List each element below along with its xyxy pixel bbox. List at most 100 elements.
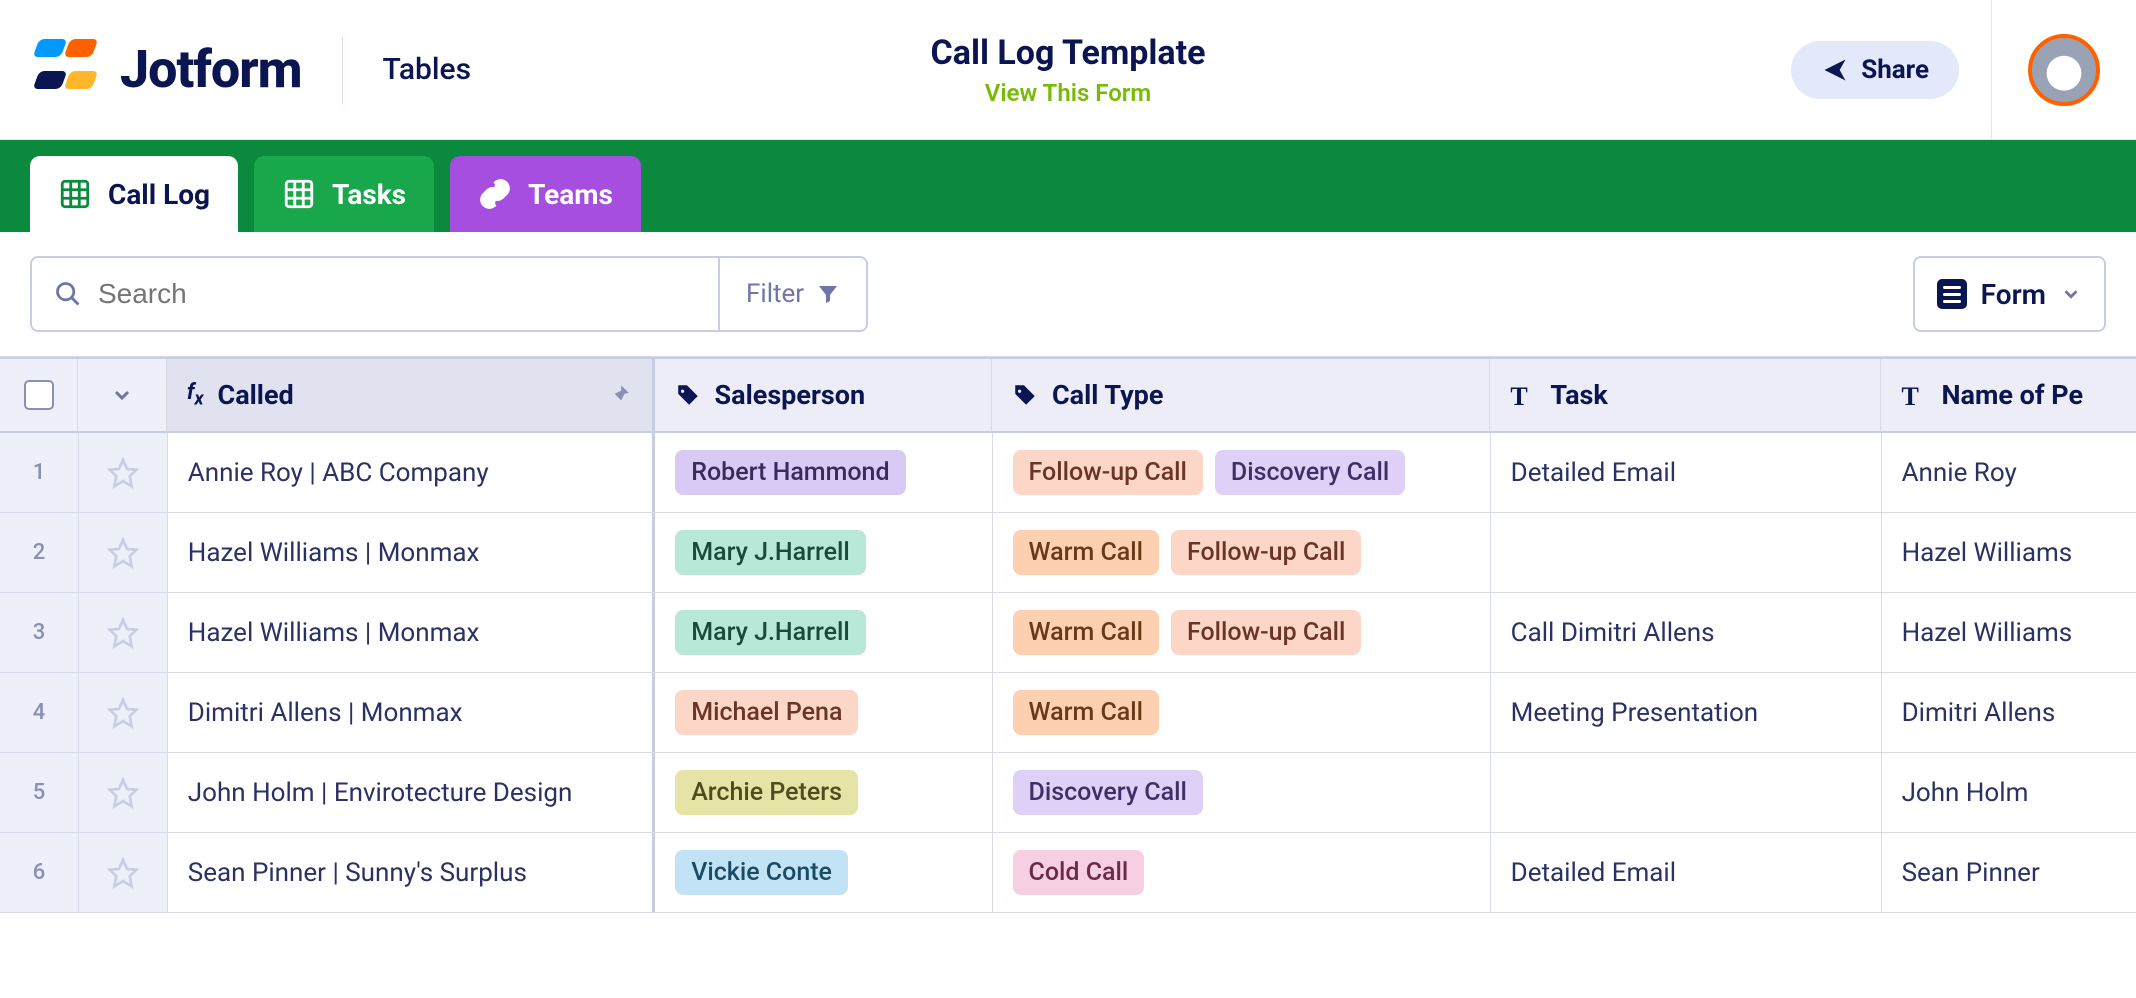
row-star[interactable] [79, 513, 168, 592]
pin-icon[interactable] [606, 382, 632, 408]
view-form-link[interactable]: View This Form [931, 79, 1206, 107]
star-icon[interactable] [107, 777, 139, 809]
row-number[interactable]: 6 [0, 833, 79, 912]
call-type-chip[interactable]: Discovery Call [1215, 450, 1405, 495]
salesperson-chip[interactable]: Archie Peters [675, 770, 858, 815]
call-type-chip[interactable]: Follow-up Call [1171, 530, 1361, 575]
row-number[interactable]: 4 [0, 673, 79, 752]
row-star[interactable] [79, 753, 168, 832]
cell-called[interactable]: Hazel Williams | Monmax [168, 593, 655, 672]
salesperson-chip[interactable]: Vickie Conte [675, 850, 848, 895]
star-icon[interactable] [107, 857, 139, 889]
cell-name[interactable]: Hazel Williams [1882, 513, 2136, 592]
row-number[interactable]: 2 [0, 513, 79, 592]
cell-task[interactable] [1491, 513, 1882, 592]
checkbox-icon[interactable] [24, 380, 54, 410]
view-switch-button[interactable]: Form [1913, 256, 2106, 332]
tab-label: Tasks [332, 178, 406, 211]
call-type-chip[interactable]: Discovery Call [1013, 770, 1203, 815]
expand-header[interactable] [78, 359, 167, 431]
cell-name[interactable]: Hazel Williams [1882, 593, 2136, 672]
cell-task[interactable]: Detailed Email [1491, 433, 1882, 512]
cell-salesperson[interactable]: Robert Hammond [655, 433, 992, 512]
cell-called[interactable]: John Holm | Envirotecture Design [168, 753, 655, 832]
tab-teams[interactable]: Teams [450, 156, 641, 232]
cell-task[interactable] [1491, 753, 1882, 832]
cell-name[interactable]: John Holm [1882, 753, 2136, 832]
call-type-chip[interactable]: Warm Call [1013, 530, 1159, 575]
table-row[interactable]: 3 Hazel Williams | Monmax Mary J.Harrell… [0, 593, 2136, 673]
cell-call-type[interactable]: Warm Call Follow-up Call [993, 593, 1491, 672]
cell-name[interactable]: Dimitri Allens [1882, 673, 2136, 752]
cell-salesperson[interactable]: Mary J.Harrell [655, 593, 992, 672]
star-icon[interactable] [107, 537, 139, 569]
row-star[interactable] [79, 433, 168, 512]
select-all-cell[interactable] [0, 359, 78, 431]
cell-call-type[interactable]: Discovery Call [993, 753, 1491, 832]
column-header-name[interactable]: T Name of Pe [1881, 359, 2136, 431]
column-header-salesperson[interactable]: Salesperson [655, 359, 992, 431]
cell-salesperson[interactable]: Vickie Conte [655, 833, 992, 912]
star-icon[interactable] [107, 617, 139, 649]
call-type-chip[interactable]: Follow-up Call [1013, 450, 1203, 495]
call-type-chip[interactable]: Warm Call [1013, 690, 1159, 735]
user-avatar[interactable] [2028, 34, 2100, 106]
document-title[interactable]: Call Log Template [931, 33, 1206, 73]
table-toolbar: Filter Form [0, 232, 2136, 356]
header-right: Share [1791, 0, 2100, 140]
search-box[interactable] [30, 256, 720, 332]
cell-called[interactable]: Annie Roy | ABC Company [168, 433, 655, 512]
call-type-chip[interactable]: Follow-up Call [1171, 610, 1361, 655]
star-icon[interactable] [107, 457, 139, 489]
cell-task[interactable]: Call Dimitri Allens [1491, 593, 1882, 672]
cell-call-type[interactable]: Warm Call Follow-up Call [993, 513, 1491, 592]
product-name[interactable]: Tables [383, 52, 472, 87]
share-button[interactable]: Share [1791, 41, 1959, 99]
row-number[interactable]: 1 [0, 433, 79, 512]
tab-call-log[interactable]: Call Log [30, 156, 238, 232]
cell-task[interactable]: Meeting Presentation [1491, 673, 1882, 752]
table-row[interactable]: 6 Sean Pinner | Sunny's Surplus Vickie C… [0, 833, 2136, 913]
salesperson-chip[interactable]: Mary J.Harrell [675, 530, 865, 575]
tab-tasks[interactable]: Tasks [254, 156, 434, 232]
chevron-down-icon [2060, 283, 2082, 305]
cell-task[interactable]: Detailed Email [1491, 833, 1882, 912]
cell-called[interactable]: Hazel Williams | Monmax [168, 513, 655, 592]
salesperson-chip[interactable]: Robert Hammond [675, 450, 905, 495]
text-icon: T [1510, 382, 1536, 408]
cell-called[interactable]: Dimitri Allens | Monmax [168, 673, 655, 752]
cell-name[interactable]: Sean Pinner [1882, 833, 2136, 912]
filter-button[interactable]: Filter [720, 256, 868, 332]
cell-call-type[interactable]: Warm Call [993, 673, 1491, 752]
call-type-chip[interactable]: Warm Call [1013, 610, 1159, 655]
star-icon[interactable] [107, 697, 139, 729]
cell-salesperson[interactable]: Mary J.Harrell [655, 513, 992, 592]
search-input[interactable] [98, 278, 696, 310]
row-star[interactable] [79, 833, 168, 912]
avatar-wrap [1991, 0, 2100, 140]
cell-name[interactable]: Annie Roy [1882, 433, 2136, 512]
call-type-chip[interactable]: Cold Call [1013, 850, 1145, 895]
cell-call-type[interactable]: Cold Call [993, 833, 1491, 912]
row-star[interactable] [79, 593, 168, 672]
cell-salesperson[interactable]: Michael Pena [655, 673, 992, 752]
cell-salesperson[interactable]: Archie Peters [655, 753, 992, 832]
cell-call-type[interactable]: Follow-up Call Discovery Call [993, 433, 1491, 512]
table-row[interactable]: 5 John Holm | Envirotecture Design Archi… [0, 753, 2136, 833]
row-number[interactable]: 3 [0, 593, 79, 672]
formula-icon: fx [187, 380, 204, 409]
row-star[interactable] [79, 673, 168, 752]
cell-called[interactable]: Sean Pinner | Sunny's Surplus [168, 833, 655, 912]
column-header-call-type[interactable]: Call Type [992, 359, 1490, 431]
chevron-down-icon [110, 383, 134, 407]
grid-icon [282, 177, 316, 211]
table-row[interactable]: 2 Hazel Williams | Monmax Mary J.Harrell… [0, 513, 2136, 593]
column-header-task[interactable]: T Task [1490, 359, 1881, 431]
salesperson-chip[interactable]: Mary J.Harrell [675, 610, 865, 655]
column-header-called[interactable]: fx Called [167, 359, 655, 431]
row-number[interactable]: 5 [0, 753, 79, 832]
salesperson-chip[interactable]: Michael Pena [675, 690, 858, 735]
brand-logo[interactable]: Jotform [36, 39, 302, 101]
table-row[interactable]: 4 Dimitri Allens | Monmax Michael Pena W… [0, 673, 2136, 753]
table-row[interactable]: 1 Annie Roy | ABC Company Robert Hammond… [0, 433, 2136, 513]
